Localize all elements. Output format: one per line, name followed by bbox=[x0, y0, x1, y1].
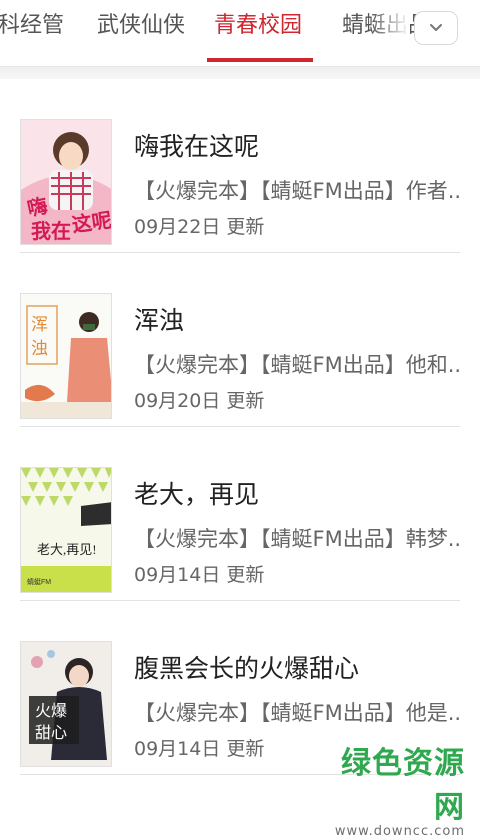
watermark-url: www.downcc.com bbox=[334, 824, 465, 839]
book-description: 【火爆完本】【蜻蜓FM出品】他是... bbox=[134, 701, 460, 725]
book-title: 嗨我在这呢 bbox=[134, 132, 260, 161]
list-item[interactable]: 浑 浊 浑浊 【火爆完本】【蜻蜓FM出品】他和... 09月20日 更新 bbox=[0, 253, 480, 427]
svg-text:火爆: 火爆 bbox=[35, 701, 67, 720]
svg-text:老大,再见!: 老大,再见! bbox=[37, 542, 97, 557]
watermark-logo-text: 绿色资源网 bbox=[341, 746, 465, 825]
book-title: 浑浊 bbox=[134, 306, 185, 335]
book-cover: 老大,再见! 蜻蜓FM bbox=[20, 467, 112, 593]
svg-text:浑: 浑 bbox=[31, 315, 48, 334]
svg-text:浊: 浊 bbox=[31, 339, 48, 358]
update-date: 09月20日 更新 bbox=[134, 390, 265, 412]
book-description: 【火爆完本】【蜻蜓FM出品】他和... bbox=[134, 353, 460, 377]
book-title: 腹黑会长的火爆甜心 bbox=[134, 654, 360, 683]
list-item[interactable]: 嗨 我在 这呢 嗨我在这呢 【火爆完本】【蜻蜓FM出品】作者... 09月22日… bbox=[0, 79, 480, 253]
svg-text:蜻蜓FM: 蜻蜓FM bbox=[27, 577, 51, 586]
update-date: 09月22日 更新 bbox=[134, 216, 265, 238]
book-title: 老大，再见 bbox=[134, 480, 260, 509]
tab-science-management[interactable]: 科经管 bbox=[0, 0, 64, 66]
svg-text:我在: 我在 bbox=[31, 219, 71, 243]
category-tab-bar: 科经管 武侠仙侠 青春校园 蜻蜓出品 bbox=[0, 0, 480, 67]
active-tab-indicator bbox=[207, 58, 313, 62]
chevron-down-icon bbox=[430, 24, 442, 31]
update-date: 09月14日 更新 bbox=[134, 738, 265, 760]
update-date: 09月14日 更新 bbox=[134, 564, 265, 586]
book-description: 【火爆完本】【蜻蜓FM出品】韩梦... bbox=[134, 527, 460, 551]
tab-youth-campus[interactable]: 青春校园 bbox=[214, 0, 302, 66]
svg-text:甜心: 甜心 bbox=[35, 724, 67, 742]
tab-wuxia-xianxia[interactable]: 武侠仙侠 bbox=[97, 0, 185, 66]
book-cover: 浑 浊 bbox=[20, 293, 112, 419]
book-cover: 嗨 我在 这呢 bbox=[20, 119, 112, 245]
book-description: 【火爆完本】【蜻蜓FM出品】作者... bbox=[134, 179, 460, 203]
header-separator bbox=[0, 67, 480, 79]
book-cover: 火爆 甜心 bbox=[20, 641, 112, 767]
book-list: 嗨 我在 这呢 嗨我在这呢 【火爆完本】【蜻蜓FM出品】作者... 09月22日… bbox=[0, 79, 480, 775]
list-item[interactable]: 老大,再见! 蜻蜓FM 老大，再见 【火爆完本】【蜻蜓FM出品】韩梦... 09… bbox=[0, 427, 480, 601]
tab-overflow-fade bbox=[370, 0, 410, 62]
site-watermark: 绿色资源网 www.downcc.com bbox=[315, 738, 465, 839]
expand-categories-button[interactable] bbox=[414, 11, 458, 45]
